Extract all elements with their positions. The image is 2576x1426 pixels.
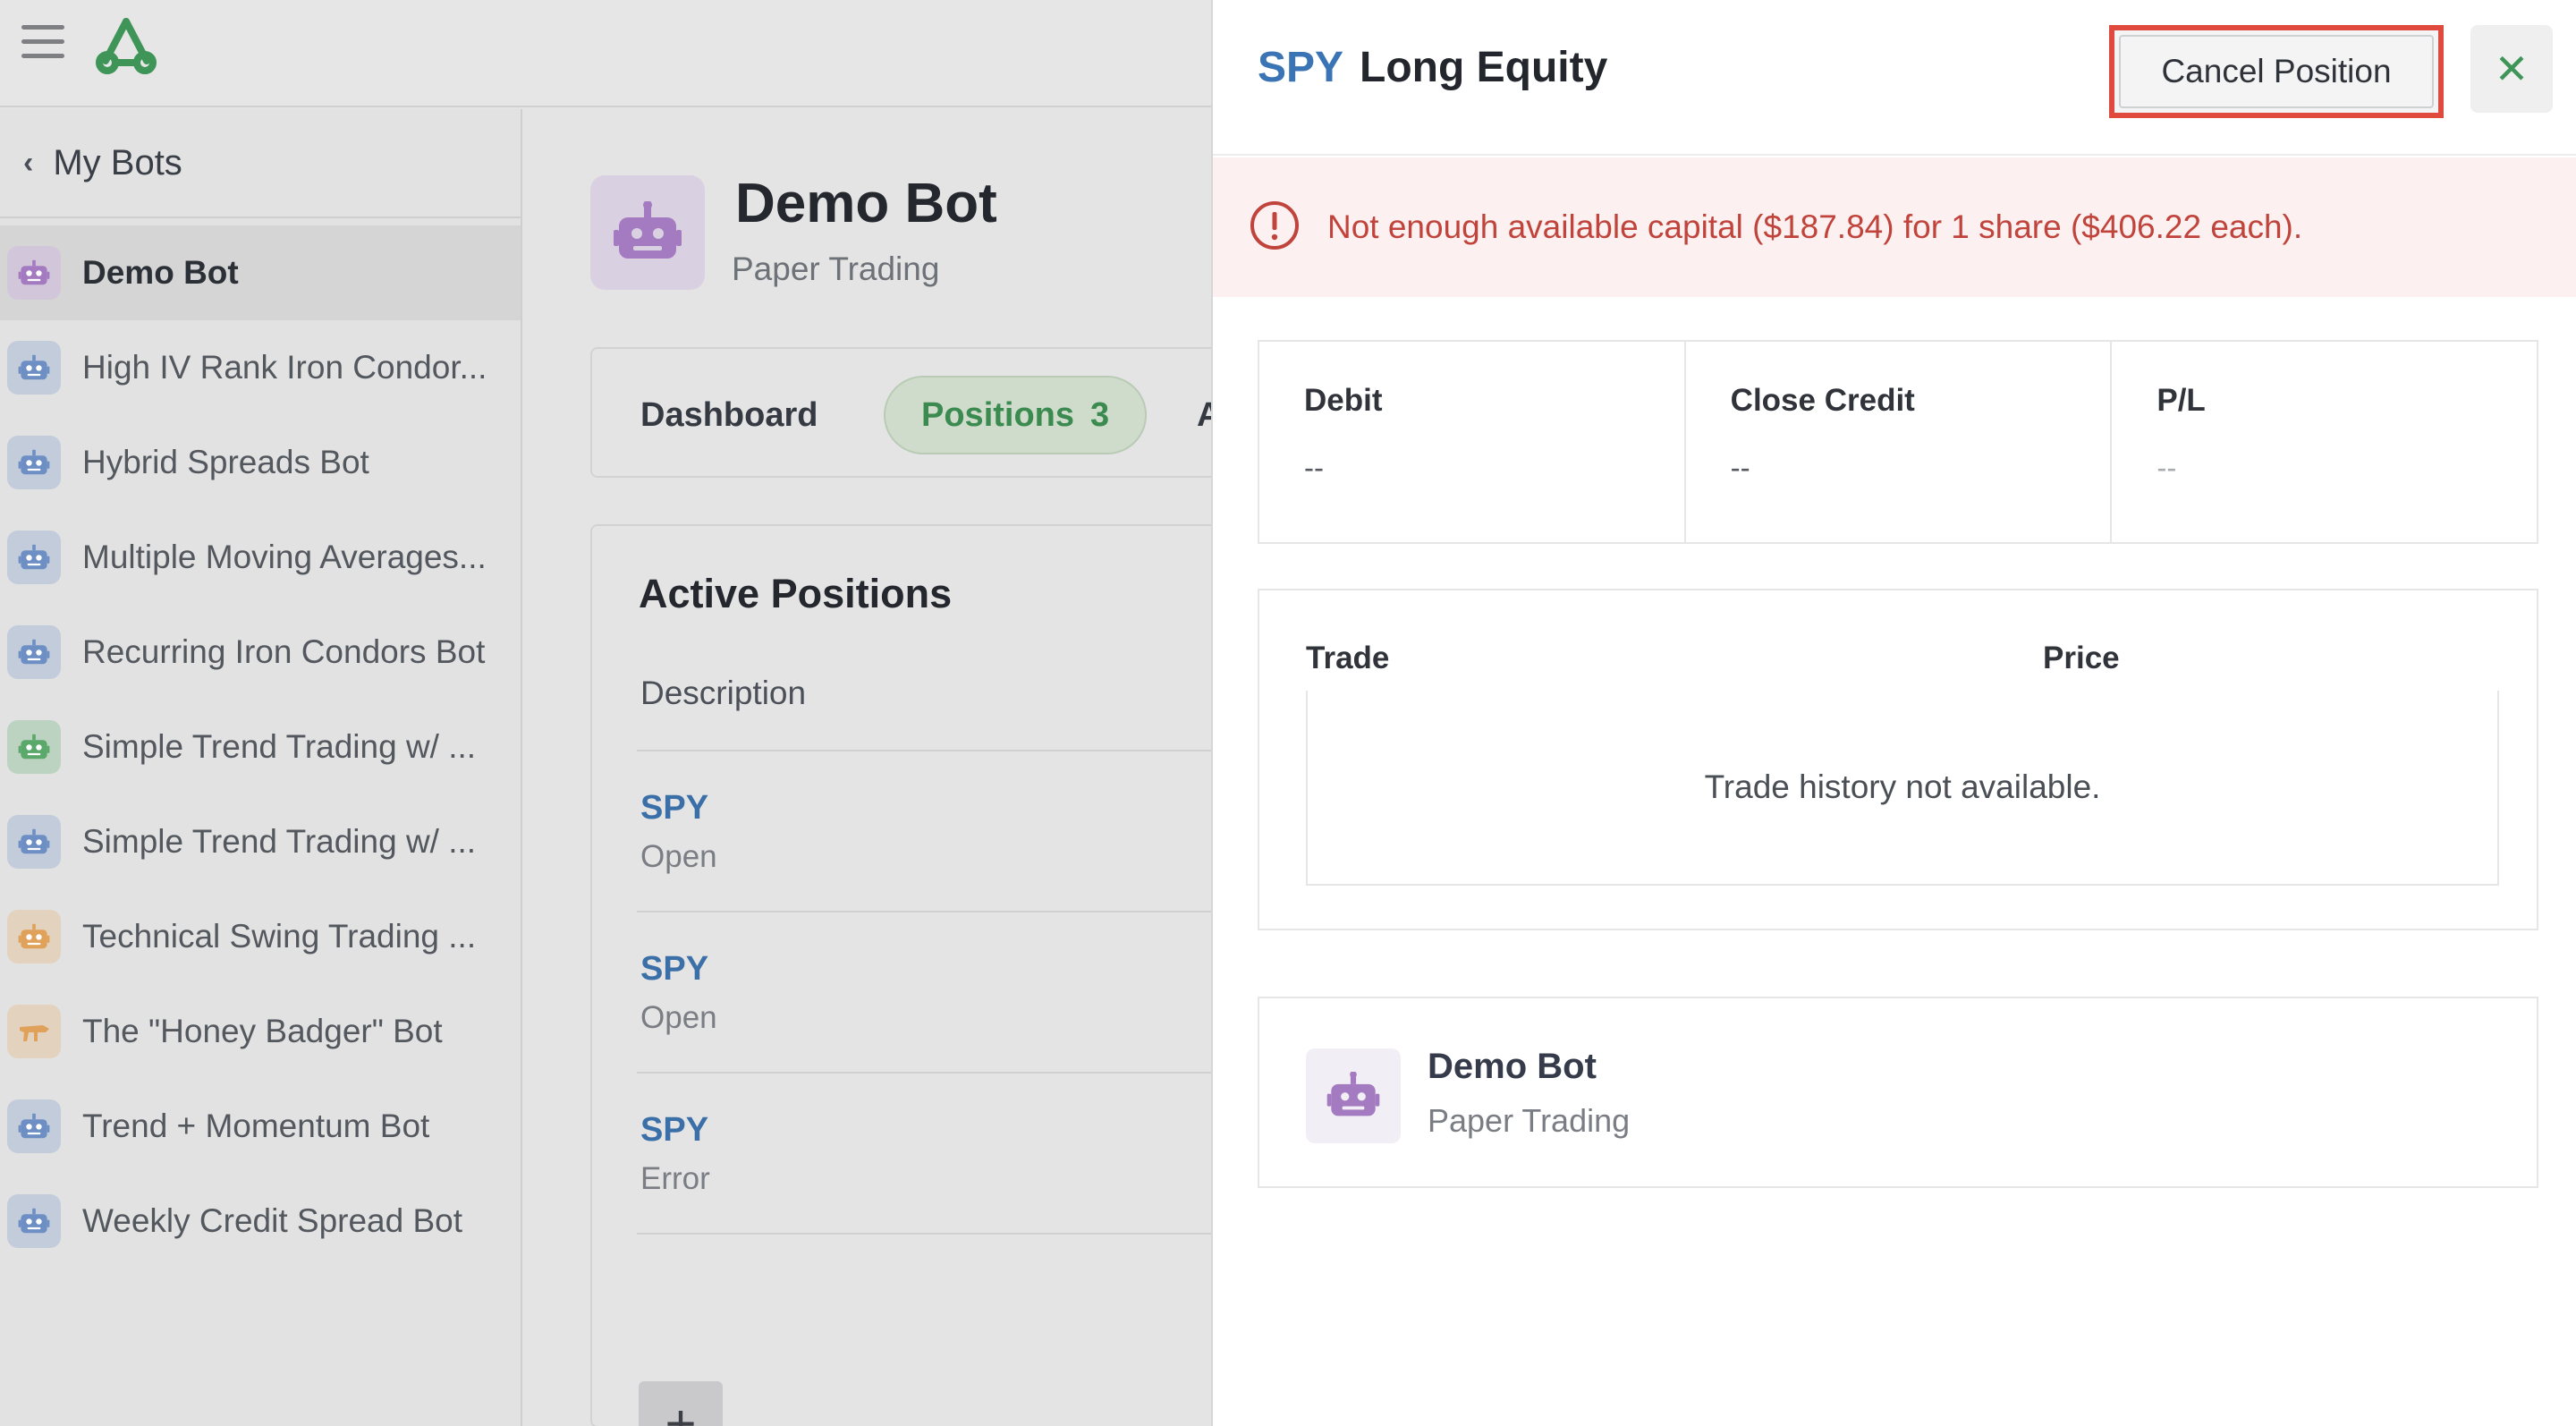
sidebar-item-label: Simple Trend Trading w/ ... <box>82 823 477 860</box>
stat-pl: P/L -- <box>2112 342 2537 542</box>
close-icon[interactable]: ✕ <box>2470 25 2553 113</box>
sidebar: ‹ My Bots Demo Bot High IV Rank Iron Cond… <box>0 109 522 1426</box>
robot-icon <box>590 175 705 290</box>
position-stats: Debit -- Close Credit -- P/L -- <box>1258 340 2538 544</box>
my-bots-back-link[interactable]: ‹ My Bots <box>0 109 521 218</box>
bot-title: Demo Bot <box>735 173 997 234</box>
bot-list: Demo Bot High IV Rank Iron Condor... Hybri… <box>0 225 521 1269</box>
badger-icon <box>7 1005 61 1058</box>
position-status: Open <box>640 1000 717 1035</box>
robot-icon <box>7 720 61 774</box>
sidebar-item-label: Simple Trend Trading w/ ... <box>82 728 477 765</box>
column-header-description: Description <box>640 675 807 711</box>
position-row[interactable]: SPY Error <box>637 1072 1211 1233</box>
bot-card-name: Demo Bot <box>1428 1047 1597 1086</box>
position-symbol: SPY <box>640 789 709 827</box>
sidebar-item-label: Trend + Momentum Bot <box>82 1108 430 1144</box>
panel-title: Long Equity <box>1360 44 1608 91</box>
tab-dashboard[interactable]: Dashboard <box>640 376 818 454</box>
card-title: Active Positions <box>639 571 953 616</box>
column-header-price: Price <box>2043 641 2120 675</box>
stat-value: -- <box>1730 451 1750 484</box>
bot-mode: Paper Trading <box>732 250 940 287</box>
sidebar-item-label: High IV Rank Iron Condor... <box>82 349 487 386</box>
sidebar-item-bot[interactable]: Weekly Credit Spread Bot <box>0 1174 521 1269</box>
stat-value: -- <box>1304 451 1324 484</box>
sidebar-item-bot[interactable]: Trend + Momentum Bot <box>0 1079 521 1174</box>
position-row[interactable]: SPY Open <box>637 750 1211 911</box>
sidebar-item-label: Hybrid Spreads Bot <box>82 444 369 480</box>
stat-value: -- <box>2157 451 2177 484</box>
tab-bar: Dashboard Positions 3 A <box>590 347 1211 478</box>
error-alert: Not enough available capital ($187.84) f… <box>1213 157 2576 297</box>
panel-symbol: SPY <box>1258 44 1344 91</box>
panel-header: SPY Long Equity Cancel Position ✕ <box>1213 0 2576 156</box>
cancel-position-button[interactable]: Cancel Position <box>2109 25 2444 118</box>
sidebar-item-bot[interactable]: Hybrid Spreads Bot <box>0 415 521 510</box>
sidebar-item-label: Weekly Credit Spread Bot <box>82 1202 463 1239</box>
tab-positions[interactable]: Positions 3 <box>884 376 1148 454</box>
sidebar-item-bot[interactable]: Recurring Iron Condors Bot <box>0 605 521 700</box>
sidebar-item-label: The "Honey Badger" Bot <box>82 1013 443 1049</box>
stat-label: Close Credit <box>1730 383 1915 418</box>
position-row[interactable]: SPY Open <box>637 911 1211 1072</box>
add-position-button[interactable]: + <box>639 1381 723 1426</box>
sidebar-item-bot[interactable]: Multiple Moving Averages... <box>0 510 521 605</box>
bot-card[interactable]: Demo Bot Paper Trading <box>1258 997 2538 1188</box>
position-detail-panel: SPY Long Equity Cancel Position ✕ Not en… <box>1211 0 2576 1426</box>
alert-message: Not enough available capital ($187.84) f… <box>1327 208 2303 245</box>
trade-history-card: Trade Price Trade history not available. <box>1258 589 2538 930</box>
cancel-position-label: Cancel Position <box>2119 35 2434 108</box>
sidebar-item-label: Recurring Iron Condors Bot <box>82 633 486 670</box>
main-content: Demo Bot Paper Trading Dashboard Positio… <box>524 109 1211 1426</box>
position-status: Error <box>640 1161 710 1196</box>
robot-icon <box>7 531 61 584</box>
app-logo[interactable] <box>93 14 159 75</box>
sidebar-item-bot[interactable]: Simple Trend Trading w/ ... <box>0 794 521 889</box>
robot-icon <box>7 910 61 963</box>
position-status: Open <box>640 839 717 874</box>
trade-history-empty: Trade history not available. <box>1306 691 2499 886</box>
top-bar <box>0 0 1211 107</box>
position-symbol: SPY <box>640 1111 709 1149</box>
sidebar-item-bot[interactable]: The "Honey Badger" Bot <box>0 984 521 1079</box>
tab-partial[interactable]: A <box>1197 376 1211 454</box>
robot-icon <box>7 341 61 395</box>
robot-icon <box>7 1194 61 1248</box>
sidebar-item-label: Multiple Moving Averages... <box>82 539 487 575</box>
stat-close-credit: Close Credit -- <box>1686 342 2113 542</box>
position-symbol: SPY <box>640 950 709 988</box>
robot-icon <box>7 815 61 869</box>
tab-positions-label: Positions <box>921 395 1075 434</box>
my-bots-label: My Bots <box>53 142 182 182</box>
stat-label: P/L <box>2157 383 2206 418</box>
sidebar-item-bot[interactable]: Demo Bot <box>0 225 521 320</box>
stat-debit: Debit -- <box>1259 342 1686 542</box>
row-divider <box>637 1233 1211 1236</box>
chevron-left-icon: ‹ <box>23 145 34 180</box>
sidebar-item-bot[interactable]: Technical Swing Trading ... <box>0 889 521 984</box>
column-header-trade: Trade <box>1306 641 1390 675</box>
stat-label: Debit <box>1304 383 1383 418</box>
tab-positions-count: 3 <box>1090 395 1110 434</box>
alert-icon <box>1249 199 1301 256</box>
sidebar-item-label: Technical Swing Trading ... <box>82 918 477 955</box>
robot-icon <box>7 246 61 300</box>
robot-icon <box>7 436 61 489</box>
sidebar-item-label: Demo Bot <box>82 254 239 291</box>
robot-icon <box>7 1099 61 1153</box>
robot-icon <box>7 625 61 679</box>
sidebar-item-bot[interactable]: High IV Rank Iron Condor... <box>0 320 521 415</box>
active-positions-card: Active Positions Description SPY Open SP… <box>590 524 1211 1426</box>
robot-icon <box>1306 1048 1401 1143</box>
sidebar-item-bot[interactable]: Simple Trend Trading w/ ... <box>0 700 521 794</box>
hamburger-icon[interactable] <box>21 25 64 64</box>
bot-card-mode: Paper Trading <box>1428 1102 1631 1139</box>
